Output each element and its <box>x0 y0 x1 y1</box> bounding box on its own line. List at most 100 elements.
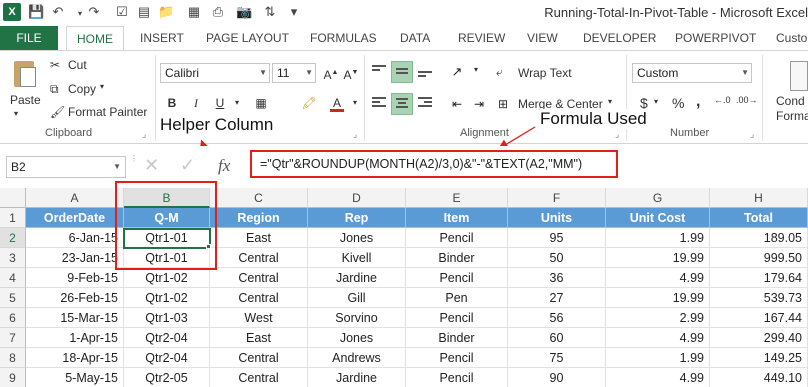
conditional-formatting-label-1[interactable]: Cond <box>776 94 805 108</box>
tab-custom[interactable]: Custo <box>776 26 807 50</box>
increase-font-icon[interactable]: A▲ <box>322 64 340 82</box>
merge-center-icon[interactable]: ⊞ <box>498 97 508 111</box>
increase-indent-icon[interactable]: ⇥ <box>468 93 490 115</box>
table-cell[interactable]: 539.73 <box>710 288 808 308</box>
format-painter-icon[interactable]: 🖌 <box>50 105 65 119</box>
paste-button[interactable]: Paste <box>10 93 41 107</box>
table-cell[interactable]: 15-Mar-15 <box>26 308 124 328</box>
table-cell[interactable]: Central <box>210 348 308 368</box>
sort-icon[interactable]: ⇅ <box>262 4 278 20</box>
table-cell[interactable]: 149.25 <box>710 348 808 368</box>
table-cell[interactable]: 90 <box>508 368 606 387</box>
paste-icon[interactable] <box>10 59 38 89</box>
table-cell[interactable]: East <box>210 328 308 348</box>
tab-powerpivot[interactable]: POWERPIVOT <box>675 26 756 50</box>
table-cell[interactable]: Andrews <box>308 348 406 368</box>
table-cell[interactable]: 19.99 <box>606 288 710 308</box>
underline-button[interactable]: U <box>211 94 229 112</box>
font-color-icon[interactable]: A <box>328 94 346 112</box>
save-icon[interactable]: 💾 <box>28 4 44 20</box>
tab-formulas[interactable]: FORMULAS <box>310 26 377 50</box>
tab-data[interactable]: DATA <box>400 26 430 50</box>
table-header-cell[interactable]: Rep <box>308 208 406 228</box>
table-cell[interactable]: 449.10 <box>710 368 808 387</box>
table-cell[interactable]: Sorvino <box>308 308 406 328</box>
table-cell[interactable]: Central <box>210 248 308 268</box>
tab-view[interactable]: VIEW <box>527 26 558 50</box>
redo-icon[interactable]: ↷ <box>86 4 102 20</box>
table-cell[interactable]: 23-Jan-15 <box>26 248 124 268</box>
row-header[interactable]: 8 <box>0 348 26 368</box>
alignment-launcher-icon[interactable]: ⌟ <box>615 129 619 140</box>
table-cell[interactable]: 1-Apr-15 <box>26 328 124 348</box>
align-top-button[interactable] <box>368 61 390 83</box>
align-left-button[interactable] <box>368 93 390 115</box>
print-preview-icon[interactable]: ▤ <box>136 4 152 20</box>
merge-center-dropdown-icon[interactable]: ▾ <box>608 97 612 106</box>
format-painter-button[interactable]: Format Painter <box>68 105 147 119</box>
column-header-e[interactable]: E <box>406 188 508 208</box>
enter-icon[interactable]: ✓ <box>180 155 195 176</box>
table-cell[interactable]: Pencil <box>406 308 508 328</box>
table-cell[interactable]: Qtr2-05 <box>124 368 210 387</box>
insert-function-icon[interactable]: fx <box>218 156 230 176</box>
cancel-icon[interactable]: ✕ <box>144 155 159 176</box>
table-header-cell[interactable]: Item <box>406 208 508 228</box>
print-icon[interactable]: ⎙ <box>210 4 226 20</box>
number-launcher-icon[interactable]: ⌟ <box>750 129 754 140</box>
tab-file[interactable]: FILE <box>0 26 58 50</box>
table-cell[interactable]: 56 <box>508 308 606 328</box>
table-cell[interactable]: 9-Feb-15 <box>26 268 124 288</box>
table-cell[interactable]: Gill <box>308 288 406 308</box>
table-cell[interactable]: 4.99 <box>606 328 710 348</box>
table-cell[interactable]: 27 <box>508 288 606 308</box>
column-header-d[interactable]: D <box>308 188 406 208</box>
table-header-cell[interactable]: OrderDate <box>26 208 124 228</box>
undo-icon[interactable]: ↶ <box>50 4 66 20</box>
tab-page-layout[interactable]: PAGE LAYOUT <box>206 26 289 50</box>
table-cell[interactable]: Jardine <box>308 368 406 387</box>
font-color-dropdown-icon[interactable]: ▾ <box>346 94 364 112</box>
fill-color-icon[interactable]: 🖍 <box>300 94 318 112</box>
table-cell[interactable]: 179.64 <box>710 268 808 288</box>
table-cell[interactable]: 95 <box>508 228 606 248</box>
table-cell[interactable]: Qtr1-02 <box>124 268 210 288</box>
table-cell[interactable]: Pen <box>406 288 508 308</box>
table-cell[interactable]: 299.40 <box>710 328 808 348</box>
table-cell[interactable]: Jardine <box>308 268 406 288</box>
font-size-combo[interactable]: 11 ▼ <box>272 63 316 83</box>
table-cell[interactable]: 18-Apr-15 <box>26 348 124 368</box>
table-header-cell[interactable]: Unit Cost <box>606 208 710 228</box>
table-cell[interactable]: 60 <box>508 328 606 348</box>
table-header-cell[interactable]: Total <box>710 208 808 228</box>
column-header-g[interactable]: G <box>606 188 710 208</box>
table-header-cell[interactable]: Units <box>508 208 606 228</box>
formula-input[interactable]: ="Qtr"&ROUNDUP(MONTH(A2)/3,0)&"-"&TEXT(A… <box>250 150 618 178</box>
wrap-text-button[interactable]: Wrap Text <box>518 66 572 80</box>
table-cell[interactable]: 4.99 <box>606 368 710 387</box>
table-cell[interactable]: 36 <box>508 268 606 288</box>
table-cell[interactable]: Kivell <box>308 248 406 268</box>
underline-dropdown-icon[interactable]: ▾ <box>228 94 246 112</box>
folder-icon[interactable]: 📁 <box>158 4 174 20</box>
row-header[interactable]: 4 <box>0 268 26 288</box>
tab-home[interactable]: HOME <box>66 26 124 51</box>
table-cell[interactable]: Pencil <box>406 368 508 387</box>
table-cell[interactable]: Jones <box>308 328 406 348</box>
bold-button[interactable]: B <box>163 94 181 112</box>
table-cell[interactable]: 50 <box>508 248 606 268</box>
table-cell[interactable]: 189.05 <box>710 228 808 248</box>
copy-icon[interactable]: ⧉ <box>50 82 59 97</box>
wrap-text-icon[interactable]: ⤶ <box>496 65 503 80</box>
table-cell[interactable]: Pencil <box>406 228 508 248</box>
clipboard-launcher-icon[interactable]: ⌟ <box>142 129 146 140</box>
table-cell[interactable]: Central <box>210 288 308 308</box>
table-cell[interactable]: Central <box>210 268 308 288</box>
column-header-a[interactable]: A <box>26 188 124 208</box>
column-header-h[interactable]: H <box>710 188 808 208</box>
table-header-cell[interactable]: Region <box>210 208 308 228</box>
table-cell[interactable]: Pencil <box>406 348 508 368</box>
more-icon[interactable]: ▾ <box>286 4 302 20</box>
table-cell[interactable]: 1.99 <box>606 228 710 248</box>
italic-button[interactable]: I <box>187 94 205 112</box>
